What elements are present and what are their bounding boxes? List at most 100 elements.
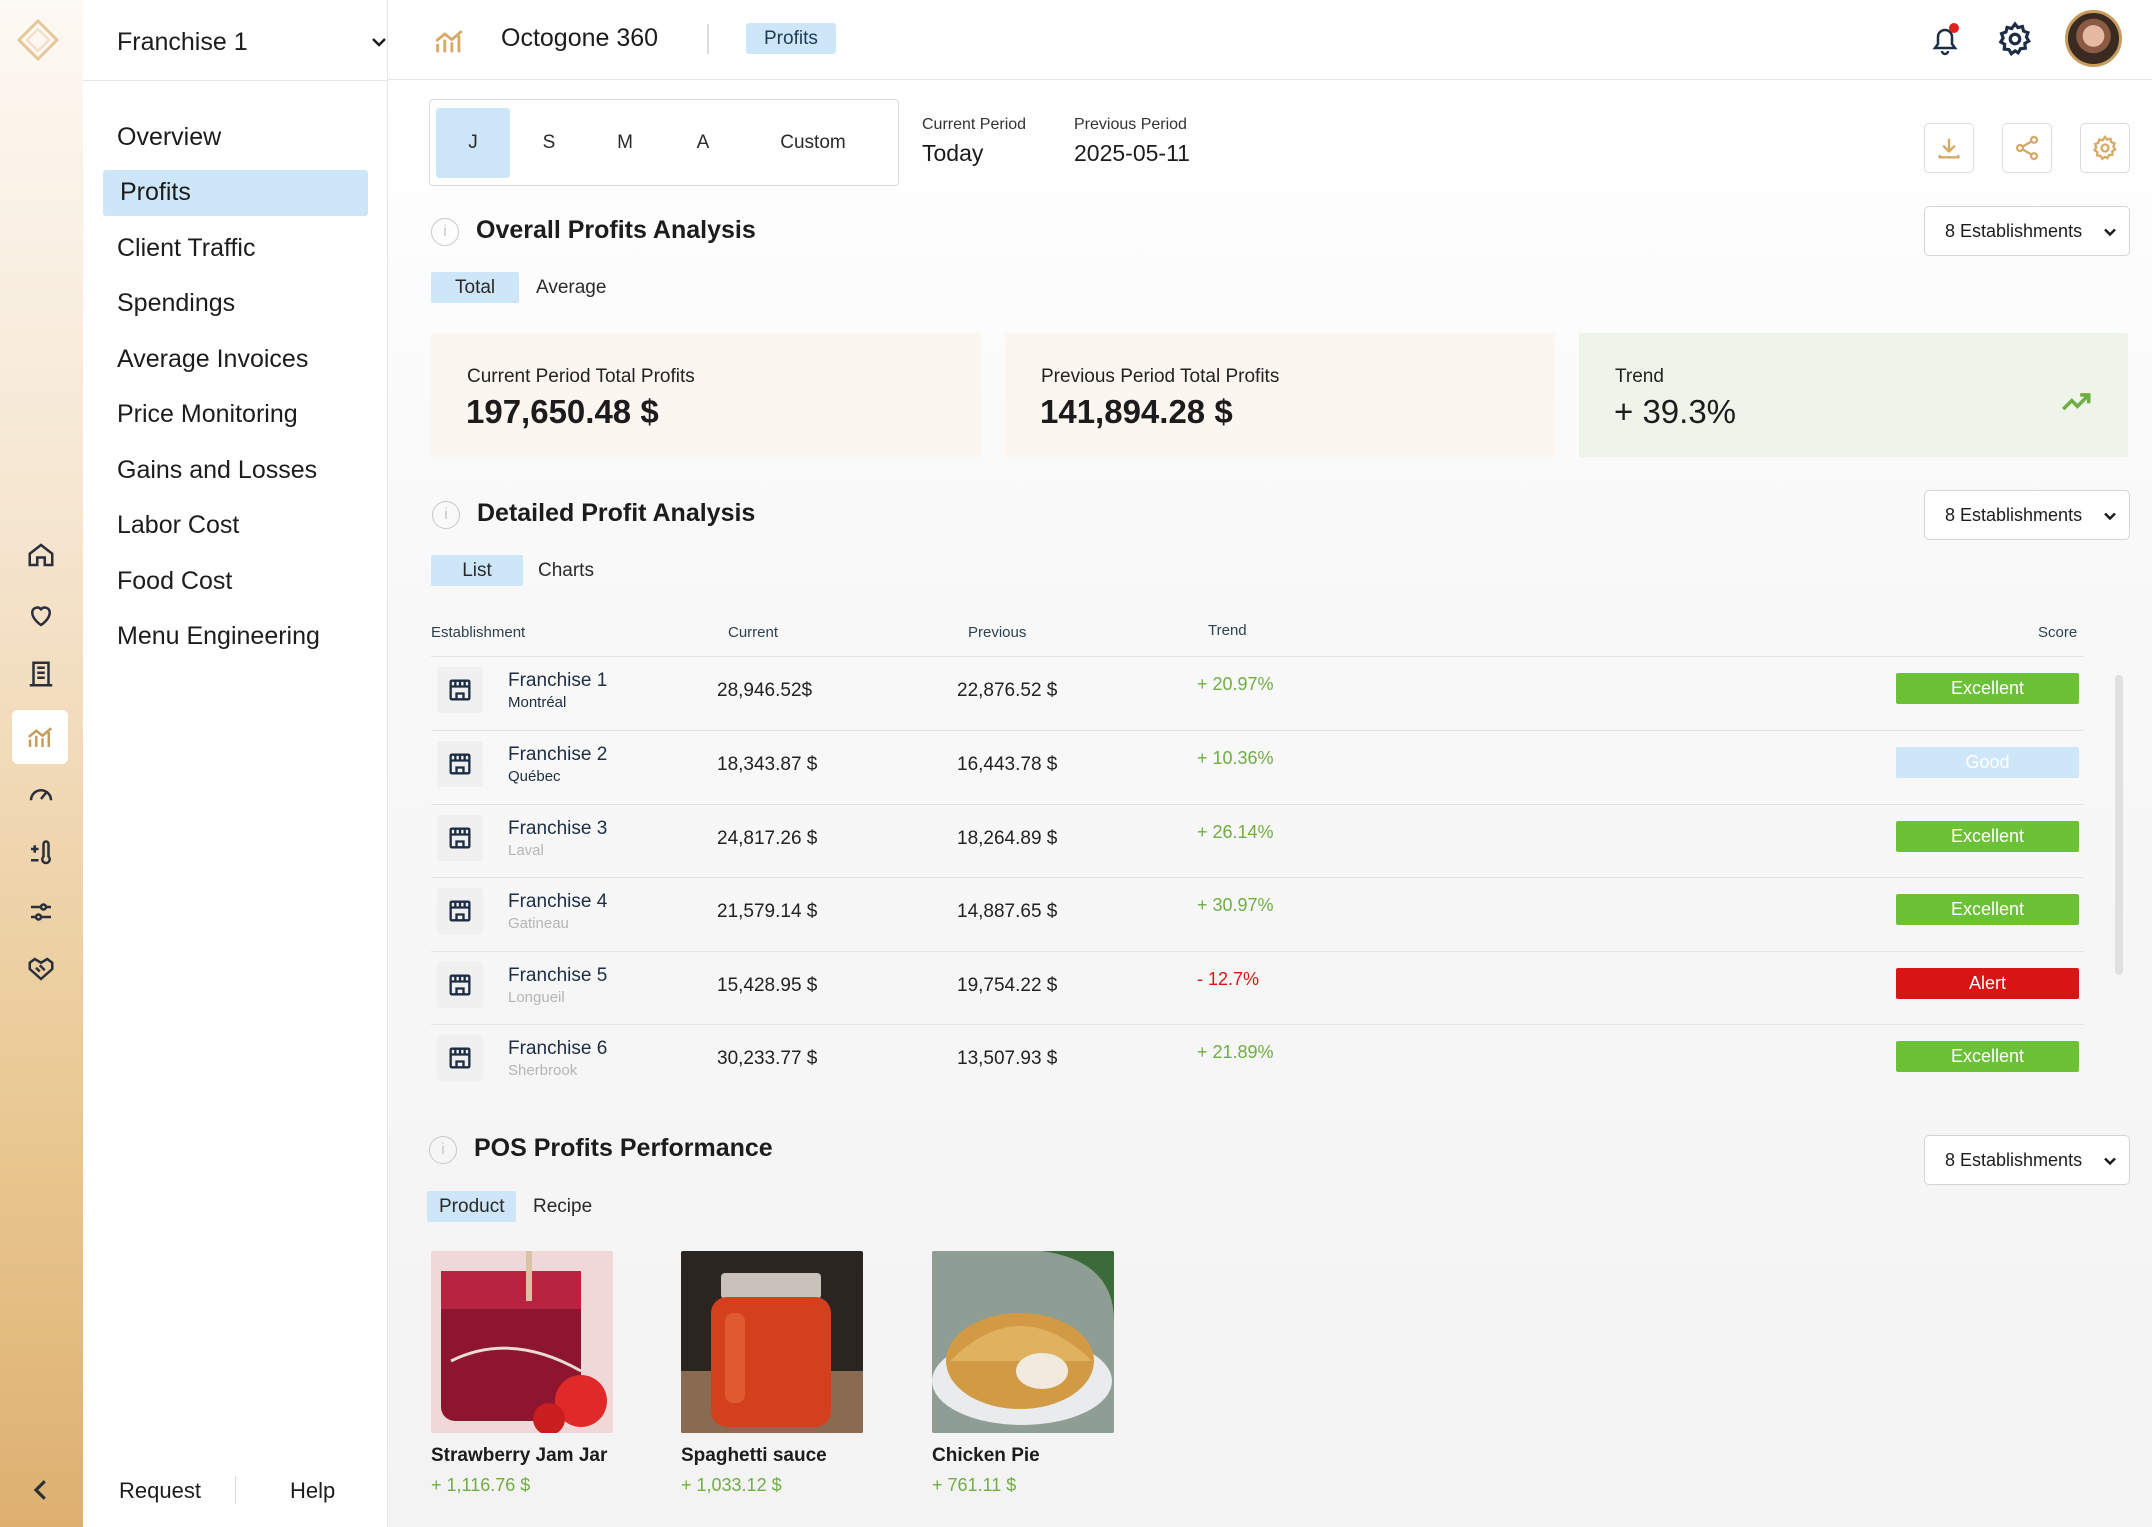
chevron-down-icon	[2104, 1157, 2116, 1166]
logo-icon[interactable]	[16, 18, 60, 62]
tab-period-m[interactable]: M	[600, 108, 650, 178]
info-icon[interactable]: i	[429, 1136, 457, 1164]
table-scrollbar[interactable]	[2115, 675, 2123, 975]
score-badge: Good	[1896, 747, 2079, 778]
avatar[interactable]	[2065, 10, 2122, 67]
sidebar-footer: Request Help	[83, 1470, 388, 1510]
sidebar-item-labor-cost[interactable]: Labor Cost	[103, 503, 368, 549]
previous-value: 18,264.89 $	[957, 828, 1058, 849]
table-row[interactable]: Franchise 4 Gatineau 21,579.14 $ 14,887.65 …	[431, 877, 2083, 950]
establishments-label: 8 Establishments	[1945, 220, 2083, 241]
sidebar: Franchise 1 Overview Profits Client Traf…	[83, 0, 388, 1527]
current-value: 15,428.95 $	[717, 975, 818, 996]
heart-icon[interactable]	[22, 596, 60, 634]
gear-icon[interactable]	[1996, 20, 2034, 58]
establishment-name[interactable]: Franchise 6	[508, 1038, 607, 1060]
settings-button[interactable]	[2080, 123, 2130, 173]
establishments-label: 8 Establishments	[1945, 504, 2083, 525]
table-row[interactable]: Franchise 6 Sherbrook 30,233.77 $ 13,507.93…	[431, 1024, 2083, 1097]
table-row[interactable]: Franchise 1 Montréal 28,946.52$ 22,876.52 $…	[431, 656, 2083, 729]
product-card[interactable]: Spaghetti sauce + 1,033.12 $	[681, 1251, 863, 1496]
sidebar-item-average-invoices[interactable]: Average Invoices	[103, 336, 368, 382]
toggle-recipe[interactable]: Recipe	[533, 1191, 592, 1222]
establishments-dropdown[interactable]: 8 Establishments	[1924, 1135, 2130, 1185]
trend-value: + 30.97%	[1197, 895, 1274, 915]
sidebar-item-price-monitoring[interactable]: Price Monitoring	[103, 392, 368, 438]
request-link[interactable]: Request	[119, 1478, 201, 1504]
main-content: J S M A Custom Current Period Today Prev…	[388, 81, 2152, 1527]
building-icon[interactable]	[22, 655, 60, 693]
table-row[interactable]: Franchise 3 Laval 24,817.26 $ 18,264.89 $ + …	[431, 804, 2083, 877]
gear-icon	[2092, 134, 2117, 161]
share-button[interactable]	[2002, 123, 2052, 173]
card-label: Current Period Total Profits	[467, 366, 695, 387]
product-card[interactable]: Chicken Pie + 761.11 $	[932, 1251, 1114, 1496]
sidebar-item-spendings[interactable]: Spendings	[103, 281, 368, 327]
collapse-icon[interactable]	[26, 1475, 56, 1505]
establishment-city: Laval	[508, 842, 544, 859]
sidebar-item-food-cost[interactable]: Food Cost	[103, 558, 368, 604]
info-icon[interactable]: i	[432, 501, 460, 529]
column-header-previous[interactable]: Previous	[968, 624, 1026, 641]
establishment-name[interactable]: Franchise 3	[508, 818, 607, 840]
share-icon	[2015, 135, 2039, 161]
help-link[interactable]: Help	[290, 1478, 335, 1504]
store-icon	[437, 1035, 483, 1081]
column-header-current[interactable]: Current	[728, 624, 778, 641]
tab-period-s[interactable]: S	[524, 108, 574, 178]
current-value: 21,579.14 $	[717, 901, 818, 922]
product-card[interactable]: Strawberry Jam Jar + 1,116.76 $	[431, 1251, 613, 1496]
card-label: Trend	[1615, 366, 1664, 387]
divider	[83, 80, 388, 81]
download-button[interactable]	[1924, 123, 1974, 173]
toggle-list[interactable]: List	[431, 555, 523, 586]
establishments-label: 8 Establishments	[1945, 1149, 2083, 1170]
app-title: Octogone 360	[501, 24, 659, 52]
previous-value: 19,754.22 $	[957, 975, 1058, 996]
tab-period-j[interactable]: J	[436, 108, 510, 178]
column-header-trend[interactable]: Trend	[1208, 622, 1247, 639]
column-header-score[interactable]: Score	[2038, 624, 2077, 641]
sidebar-item-overview[interactable]: Overview	[103, 114, 368, 160]
card-value: 141,894.28 $	[1040, 393, 1233, 430]
toggle-charts[interactable]: Charts	[538, 555, 594, 586]
tab-period-a[interactable]: A	[678, 108, 728, 178]
column-header-establishment[interactable]: Establishment	[431, 624, 525, 641]
current-value: 30,233.77 $	[717, 1048, 818, 1069]
notification-bell-icon[interactable]	[1925, 20, 1965, 60]
previous-period-value: 2025-05-11	[1074, 140, 1190, 166]
handshake-icon[interactable]	[22, 950, 60, 988]
chicken-pie-image	[932, 1251, 1114, 1433]
home-icon[interactable]	[22, 536, 60, 574]
sliders-icon[interactable]	[22, 893, 60, 931]
wellness-icon[interactable]	[22, 835, 60, 873]
gauge-icon[interactable]	[22, 775, 60, 813]
store-icon	[437, 667, 483, 713]
sidebar-item-profits[interactable]: Profits	[103, 169, 368, 216]
sidebar-item-client-traffic[interactable]: Client Traffic	[103, 225, 368, 271]
current-profits-card: Current Period Total Profits 197,650.48 …	[431, 333, 981, 457]
card-value: 197,650.48 $	[466, 393, 659, 430]
tab-period-custom[interactable]: Custom	[758, 108, 868, 178]
establishment-name[interactable]: Franchise 5	[508, 965, 607, 987]
table-row[interactable]: Franchise 5 Longueil 15,428.95 $ 19,754.22 …	[431, 951, 2083, 1024]
establishment-name[interactable]: Franchise 2	[508, 744, 607, 766]
establishments-dropdown[interactable]: 8 Establishments	[1924, 490, 2130, 540]
establishment-name[interactable]: Franchise 4	[508, 891, 607, 913]
product-name: Chicken Pie	[932, 1445, 1040, 1466]
toggle-total[interactable]: Total	[431, 272, 520, 303]
store-icon	[437, 888, 483, 934]
sidebar-item-menu-engineering[interactable]: Menu Engineering	[103, 614, 368, 660]
info-icon[interactable]: i	[431, 218, 459, 246]
establishments-dropdown[interactable]: 8 Establishments	[1924, 206, 2130, 256]
establishment-name[interactable]: Franchise 1	[508, 670, 607, 692]
toggle-average[interactable]: Average	[536, 272, 606, 303]
toggle-product[interactable]: Product	[427, 1191, 517, 1222]
sidebar-item-gains-and-losses[interactable]: Gains and Losses	[103, 447, 368, 493]
spaghetti-sauce-image	[681, 1251, 863, 1433]
table-row[interactable]: Franchise 2 Québec 18,343.87 $ 16,443.78 $ +…	[431, 730, 2083, 803]
score-badge: Excellent	[1896, 673, 2079, 704]
analytics-icon[interactable]	[12, 710, 68, 764]
score-badge: Excellent	[1896, 894, 2079, 925]
card-value: + 39.3%	[1614, 393, 1737, 430]
